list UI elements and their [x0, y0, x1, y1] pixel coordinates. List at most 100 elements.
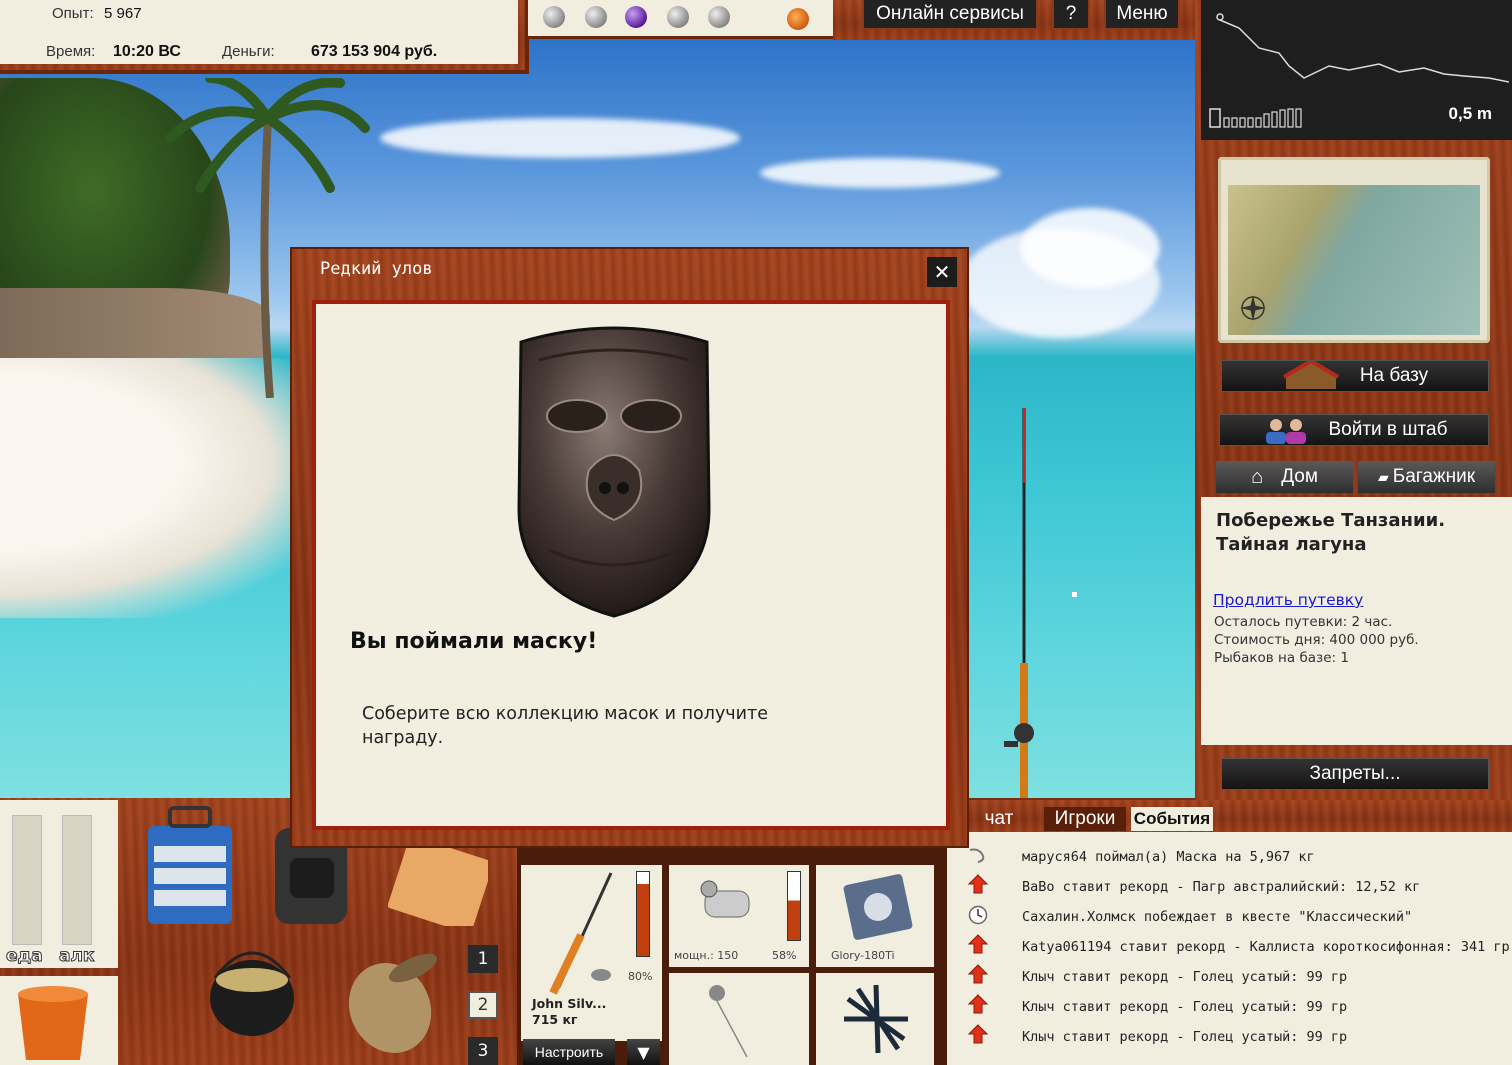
to-base-button[interactable]: На базу — [1221, 360, 1489, 392]
location-map[interactable] — [1218, 157, 1490, 343]
alcohol-meter — [62, 815, 92, 945]
home-label: Дом — [1281, 466, 1318, 487]
to-base-label: На базу — [1359, 365, 1429, 386]
lure-icon — [844, 984, 908, 1054]
cabin-icon — [1282, 361, 1339, 389]
home-button[interactable]: ⌂ Дом — [1216, 461, 1353, 493]
clock-icon — [968, 905, 988, 925]
record-arrow-icon — [968, 994, 988, 1014]
depth-profile: 0,5 m — [1201, 0, 1512, 140]
bait-slot[interactable] — [816, 973, 934, 1065]
record-arrow-icon — [968, 1024, 988, 1044]
menu-button[interactable]: Меню — [1104, 0, 1180, 30]
slot-number-1[interactable]: 1 — [468, 945, 498, 973]
line-name: Glory-180Ti — [831, 949, 895, 962]
setup-button[interactable]: Настроить — [523, 1039, 615, 1065]
exp-value: 5 967 — [104, 5, 142, 22]
rod-condition-bar — [636, 871, 650, 957]
float-slot[interactable] — [669, 973, 809, 1065]
rod-slot[interactable]: 80% John Silv... 715 кг — [521, 865, 662, 1041]
rod-name: John Silv... — [532, 996, 607, 1011]
event-row: Клыч ставит рекорд - Голец усатый: 99 гр — [1022, 999, 1348, 1015]
catch-description: Соберите всю коллекцию масок и получите … — [362, 704, 768, 748]
cooking-pot-icon[interactable] — [205, 938, 300, 1043]
cloud — [760, 158, 1000, 188]
notebook-icon[interactable] — [388, 846, 488, 926]
bucket-icon — [18, 986, 88, 1060]
line-slot[interactable]: Glory-180Ti — [816, 865, 934, 967]
needs-panel: еда алк — [0, 800, 118, 968]
tackle-box-icon[interactable] — [140, 806, 240, 926]
tab-players[interactable]: Игроки — [1044, 807, 1126, 831]
car-icon: ▰ — [1377, 468, 1389, 485]
event-row: Клыч ставит рекорд - Голец усатый: 99 гр — [1022, 969, 1348, 985]
online-services-button[interactable]: Онлайн сервисы — [862, 0, 1038, 30]
exp-label: Опыт: — [52, 5, 94, 22]
location-info: Побережье Танзании. Тайная лагуна Продли… — [1201, 497, 1512, 745]
trunk-button[interactable]: ▰ Багажник — [1358, 461, 1495, 493]
slot-number-2[interactable]: 2 — [468, 991, 498, 1019]
bait-slot-icon[interactable] — [585, 6, 607, 28]
setup-dropdown-button[interactable]: ▼ — [627, 1039, 660, 1065]
event-row: Katya061194 ставит рекорд - Каллиста кор… — [1022, 939, 1510, 955]
bait-slot-icon[interactable] — [543, 6, 565, 28]
location-title: Побережье Танзании. Тайная лагуна — [1216, 510, 1446, 555]
enter-hq-button[interactable]: Войти в штаб — [1219, 414, 1489, 446]
fishers-count: Рыбаков на базе: 1 — [1214, 650, 1349, 666]
bait-bar — [528, 0, 833, 39]
events-panel — [947, 800, 1512, 1065]
extend-ticket-link[interactable]: Продлить путевку — [1213, 591, 1363, 609]
reel-condition-bar — [787, 871, 801, 941]
dialog-content: Вы поймали маску! Соберите всю коллекцию… — [312, 300, 950, 830]
reel-slot[interactable]: мощн.: 150 58% — [669, 865, 809, 967]
depth-value: 0,5 m — [1448, 104, 1492, 123]
bucket-slot[interactable] — [0, 976, 118, 1065]
cloud — [380, 118, 740, 158]
ticket-time-left: Осталось путевки: 2 час. — [1214, 614, 1393, 630]
food-label: еда — [6, 946, 44, 967]
event-row: маруся64 поймал(а) Маска на 5,967 кг — [1022, 849, 1315, 865]
trunk-label: Багажник — [1392, 466, 1476, 487]
bait-slot-icon[interactable] — [667, 6, 689, 28]
hook-icon — [969, 848, 985, 863]
time-value: 10:20 ВС — [113, 43, 181, 60]
money-label: Деньги: — [222, 43, 275, 60]
people-icon — [1266, 419, 1307, 444]
bait-slot-icon[interactable] — [708, 6, 730, 28]
close-icon[interactable]: ✕ — [927, 257, 957, 287]
rod-icon — [549, 872, 613, 995]
reel-icon — [700, 880, 750, 918]
depth-graph — [1216, 13, 1509, 83]
tab-chat[interactable]: чат — [966, 807, 1032, 831]
rod-weight: 715 кг — [532, 1012, 578, 1027]
dialog-title: Редкий улов — [320, 259, 433, 279]
event-row: Сахалин.Холмск побеждает в квесте "Класс… — [1022, 909, 1413, 925]
food-meter — [12, 815, 42, 945]
depth-scale — [1209, 108, 1302, 128]
tackle-panel: 80% John Silv... 715 кг Настроить ▼ мощн… — [517, 845, 947, 1065]
keepnet-icon[interactable] — [335, 948, 445, 1058]
stats-panel: Опыт: 5 967 Время: 10:20 ВС Деньги: 673 … — [0, 0, 529, 74]
record-arrow-icon — [968, 934, 988, 954]
slot-number-3[interactable]: 3 — [468, 1037, 498, 1065]
hook-float-icon — [709, 985, 748, 1058]
enter-hq-label: Войти в штаб — [1328, 419, 1448, 440]
tab-events[interactable]: События — [1131, 807, 1213, 831]
rod-percent: 80% — [628, 970, 653, 983]
event-row: BaBo ставит рекорд - Пагр австралийский:… — [1022, 879, 1421, 895]
fire-bait-icon[interactable] — [787, 8, 809, 30]
house-icon: ⌂ — [1251, 465, 1264, 488]
record-arrow-icon — [968, 964, 988, 984]
fishing-line-spool-icon — [843, 874, 913, 940]
compass-icon — [1240, 295, 1266, 321]
record-arrow-icon — [968, 874, 988, 894]
time-label: Время: — [46, 43, 96, 60]
help-button[interactable]: ? — [1052, 0, 1090, 30]
mask-icon — [517, 326, 711, 618]
day-cost: Стоимость дня: 400 000 руб. — [1214, 632, 1419, 648]
fishing-rod-in-scene[interactable] — [990, 403, 1050, 798]
reel-percent: 58% — [772, 949, 797, 962]
bait-slot-icon[interactable] — [625, 6, 647, 28]
bans-button[interactable]: Запреты... — [1221, 758, 1489, 790]
money-value: 673 153 904 руб. — [311, 43, 438, 60]
